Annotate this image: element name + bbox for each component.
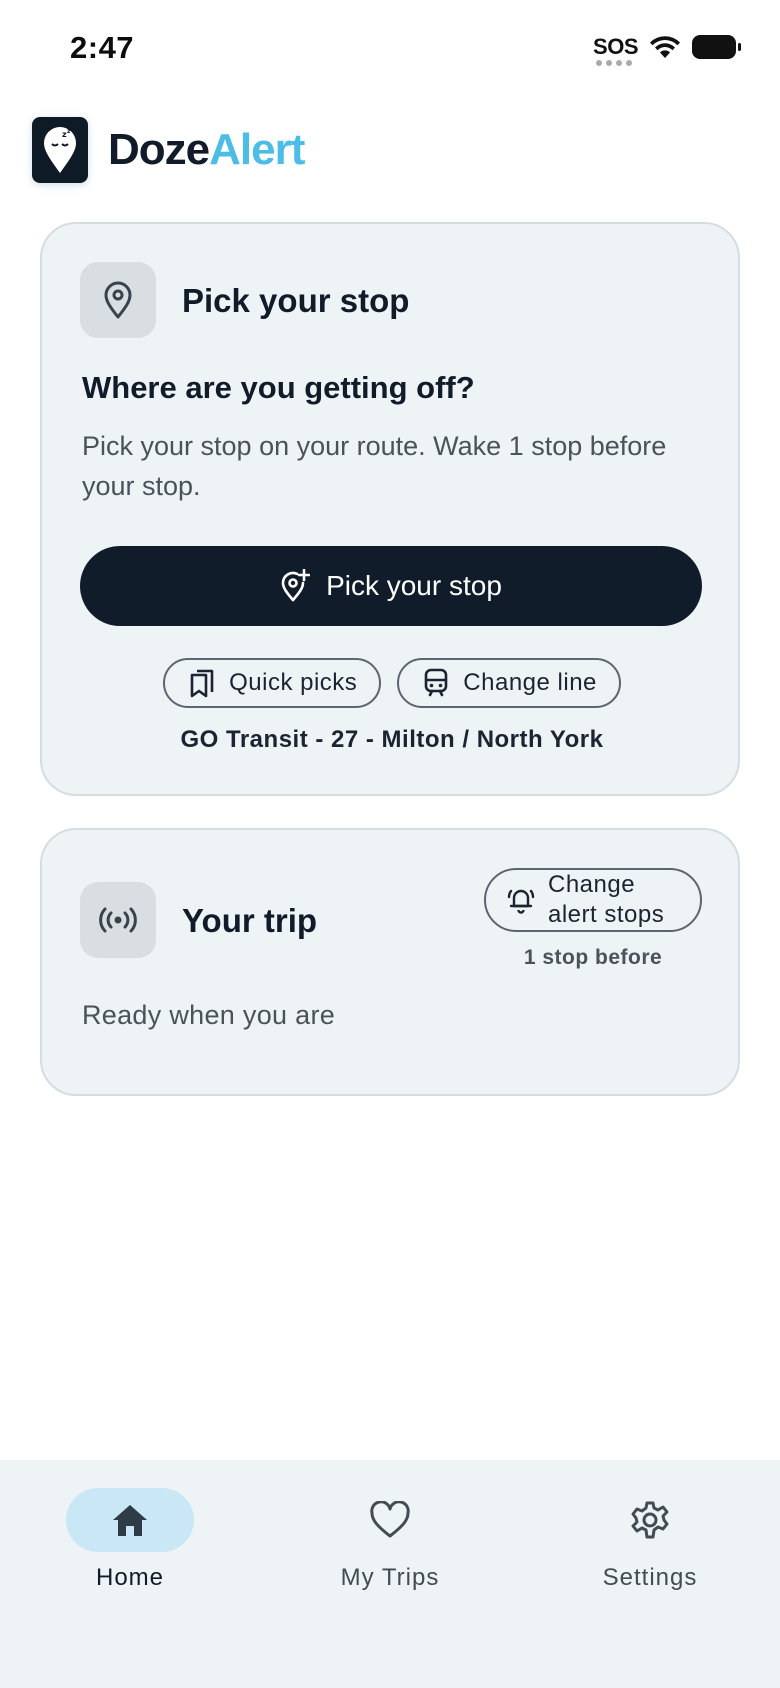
sos-label: SOS [593, 34, 638, 59]
nav-my-trips-indicator [326, 1488, 454, 1552]
nav-item-my-trips[interactable]: My Trips [260, 1460, 520, 1610]
app-title: DozeAlert [108, 125, 305, 175]
bell-icon [507, 889, 535, 914]
heart-icon [370, 1501, 410, 1538]
quick-picks-button[interactable]: Quick picks [163, 658, 382, 708]
nav-settings-label: Settings [602, 1564, 698, 1591]
change-line-button[interactable]: Change line [397, 658, 621, 708]
svg-text:z: z [67, 128, 71, 135]
sleepy-pin-logo-icon: z z [32, 117, 88, 183]
quick-picks-label: Quick picks [229, 669, 358, 696]
pick-stop-description: Pick your stop on your route. Wake 1 sto… [82, 431, 667, 501]
nav-item-settings[interactable]: Settings [520, 1460, 780, 1610]
broadcast-icon [80, 882, 156, 958]
pick-stop-title: Pick your stop [182, 282, 410, 319]
battery-icon [692, 35, 741, 59]
app-header: z z DozeAlert [32, 116, 305, 184]
your-trip-title: Your trip [182, 902, 318, 939]
bookmarks-icon [190, 669, 214, 698]
alert-label-line2: alert stops [548, 901, 665, 928]
status-indicators: SOS [593, 34, 742, 66]
pick-stop-button[interactable]: Pick your stop [80, 546, 702, 626]
trip-status-text: Ready when you are [82, 1000, 336, 1030]
status-time: 2:47 [70, 30, 135, 65]
pick-stop-chips: Quick picks Change line [42, 658, 742, 708]
sos-indicator: SOS [593, 34, 638, 66]
pick-stop-button-label: Pick your stop [326, 570, 502, 601]
nav-settings-indicator [586, 1488, 714, 1552]
gear-icon [631, 1501, 669, 1539]
alert-label-line1: Change [548, 871, 636, 898]
change-alert-stops-button[interactable]: Change alert stops [484, 868, 702, 932]
app-title-part2: Alert [209, 125, 305, 174]
signal-dots [596, 60, 633, 66]
your-trip-card: Your trip Change alert stops 1 stop befo… [40, 828, 740, 1096]
add-location-icon [281, 569, 311, 602]
status-bar: 2:47 SOS [0, 0, 780, 100]
nav-home-indicator [66, 1488, 194, 1552]
change-alert-stops-label: Change alert stops [548, 870, 664, 930]
train-icon [424, 668, 448, 697]
question-heading: Where are you getting off? [82, 370, 475, 405]
nav-my-trips-label: My Trips [340, 1564, 440, 1591]
bottom-navigation: Home My Trips Settings [0, 1460, 780, 1688]
location-pin-icon [80, 262, 156, 338]
nav-home-label: Home [95, 1564, 165, 1591]
pick-stop-card: Pick your stop Where are you getting off… [40, 222, 740, 796]
home-icon [113, 1505, 147, 1536]
wifi-icon [650, 36, 680, 58]
app-title-part1: Doze [108, 125, 210, 174]
current-route: GO Transit - 27 - Milton / North York [180, 726, 604, 753]
alert-setting-value: 1 stop before [523, 946, 663, 969]
nav-item-home[interactable]: Home [0, 1460, 260, 1610]
change-line-label: Change line [463, 669, 597, 696]
